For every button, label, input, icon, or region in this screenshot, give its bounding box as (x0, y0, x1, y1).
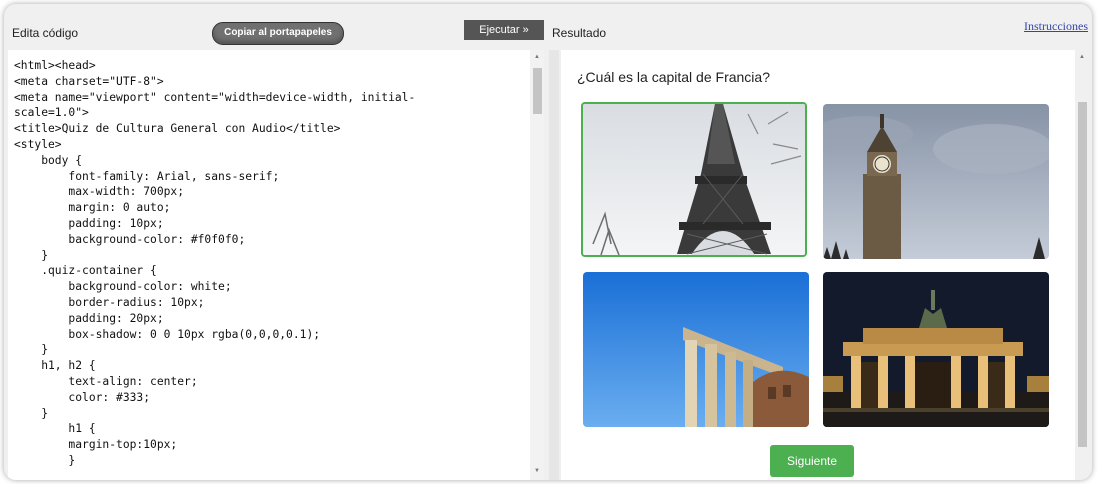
code-line[interactable]: <style> (14, 137, 415, 153)
next-button[interactable]: Siguiente (770, 445, 854, 477)
editor-scroll-thumb[interactable] (533, 68, 542, 114)
app-frame: Edita código Copiar al portapapeles Ejec… (4, 4, 1092, 480)
code-line[interactable]: margin: 0 auto; (14, 200, 415, 216)
code-line[interactable]: <title>Quiz de Cultura General con Audio… (14, 121, 415, 137)
code-line[interactable]: scale=1.0"> (14, 105, 415, 121)
code-line[interactable]: } (14, 453, 415, 469)
code-line[interactable]: body { (14, 153, 415, 169)
code-line[interactable]: padding: 20px; (14, 311, 415, 327)
result-panel: ¿Cuál es la capital de Francia? Siguient… (561, 50, 1075, 480)
copy-to-clipboard-button[interactable]: Copiar al portapapeles (212, 22, 344, 45)
big-ben-photo (823, 104, 1049, 259)
code-line[interactable]: h1, h2 { (14, 358, 415, 374)
code-line[interactable]: box-shadow: 0 0 10px rgba(0,0,0,0.1); (14, 327, 415, 343)
edit-code-label: Edita código (12, 26, 79, 40)
code-line[interactable]: } (14, 248, 415, 264)
eiffel-tower-photo (583, 104, 805, 255)
run-button[interactable]: Ejecutar » (464, 20, 544, 40)
quiz-question: ¿Cuál es la capital de Francia? (577, 69, 770, 85)
code-line[interactable]: <html><head> (14, 58, 415, 74)
code-line[interactable]: h1 { (14, 421, 415, 437)
result-scrollbar[interactable]: ▲ (1075, 50, 1089, 480)
code-line[interactable]: padding: 10px; (14, 216, 415, 232)
code-line[interactable]: } (14, 406, 415, 422)
code-line[interactable]: color: #333; (14, 390, 415, 406)
option-eiffel-tower[interactable] (581, 102, 807, 257)
toolbar: Edita código Copiar al portapapeles Ejec… (4, 4, 1092, 48)
code-line[interactable]: text-align: center; (14, 374, 415, 390)
code-editor[interactable]: <html><head> <meta charset="UTF-8"> <meta … (8, 50, 544, 480)
code-line[interactable]: margin-top:10px; (14, 437, 415, 453)
result-label: Resultado (552, 26, 607, 40)
option-big-ben[interactable] (823, 104, 1049, 259)
scroll-up-arrow-icon[interactable]: ▲ (1079, 54, 1085, 60)
code-line[interactable]: max-width: 700px; (14, 184, 415, 200)
code-line[interactable]: background-color: #f0f0f0; (14, 232, 415, 248)
code-line[interactable]: } (14, 342, 415, 358)
option-roman-ruins[interactable] (583, 272, 809, 427)
code-line[interactable]: <meta name="viewport" content="width=dev… (14, 90, 415, 106)
editor-scrollbar[interactable]: ▲ ▼ (530, 50, 544, 480)
result-scroll-thumb[interactable] (1078, 102, 1087, 447)
instructions-link[interactable]: Instrucciones (1024, 19, 1088, 34)
roman-ruins-photo (583, 272, 809, 427)
option-brandenburg-gate[interactable] (823, 272, 1049, 427)
code-line[interactable]: border-radius: 10px; (14, 295, 415, 311)
code-text[interactable]: <html><head> <meta charset="UTF-8"> <meta … (14, 58, 415, 469)
code-line[interactable]: background-color: white; (14, 279, 415, 295)
scroll-down-arrow-icon[interactable]: ▼ (534, 468, 540, 474)
scroll-up-arrow-icon[interactable]: ▲ (534, 54, 540, 60)
code-line[interactable]: .quiz-container { (14, 263, 415, 279)
code-line[interactable]: font-family: Arial, sans-serif; (14, 169, 415, 185)
code-line[interactable]: <meta charset="UTF-8"> (14, 74, 415, 90)
brandenburg-gate-photo (823, 272, 1049, 427)
panel-divider[interactable] (549, 50, 559, 480)
